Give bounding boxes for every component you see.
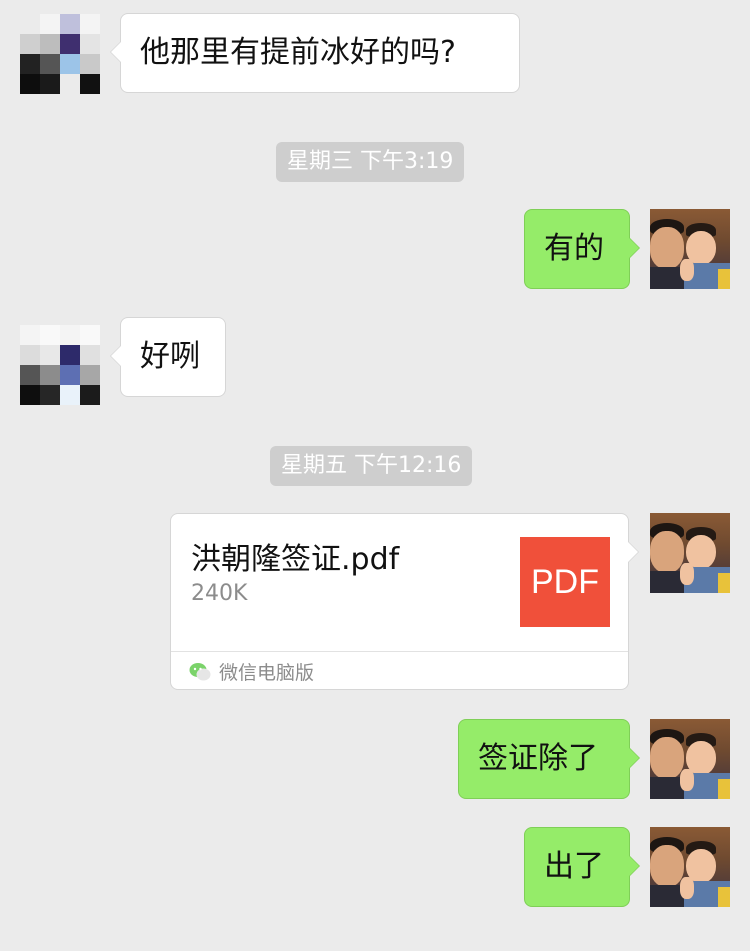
contact-avatar[interactable] bbox=[20, 325, 100, 405]
outgoing-message-bubble[interactable]: 有的 bbox=[524, 209, 640, 289]
file-name: 洪朝隆签证.pdf bbox=[191, 542, 400, 577]
user-avatar[interactable] bbox=[650, 209, 730, 289]
user-avatar[interactable] bbox=[650, 719, 730, 799]
timestamp: 星期五 下午12:16 bbox=[270, 446, 473, 486]
incoming-message-bubble[interactable]: 好咧 bbox=[110, 317, 226, 397]
timestamp: 星期三 下午3:19 bbox=[276, 142, 465, 182]
message-text: 有的 bbox=[544, 231, 604, 266]
file-size: 240K bbox=[191, 581, 248, 606]
contact-avatar[interactable] bbox=[20, 14, 100, 94]
outgoing-message-bubble[interactable]: 出了 bbox=[524, 827, 640, 907]
divider bbox=[171, 651, 628, 652]
message-text: 他那里有提前冰好的吗? bbox=[140, 35, 456, 70]
outgoing-message-bubble[interactable]: 签证除了 bbox=[458, 719, 640, 799]
file-source-label: 微信电脑版 bbox=[219, 662, 315, 684]
user-avatar[interactable] bbox=[650, 513, 730, 593]
incoming-message-bubble[interactable]: 他那里有提前冰好的吗? bbox=[110, 13, 520, 93]
wechat-icon bbox=[189, 663, 211, 681]
user-avatar[interactable] bbox=[650, 827, 730, 907]
message-text: 好咧 bbox=[140, 339, 200, 374]
pdf-file-icon: PDF bbox=[520, 537, 610, 627]
message-text: 签证除了 bbox=[478, 741, 598, 776]
file-message-card[interactable]: 洪朝隆签证.pdf 240K PDF 微信电脑版 bbox=[170, 513, 639, 690]
message-text: 出了 bbox=[544, 849, 604, 884]
